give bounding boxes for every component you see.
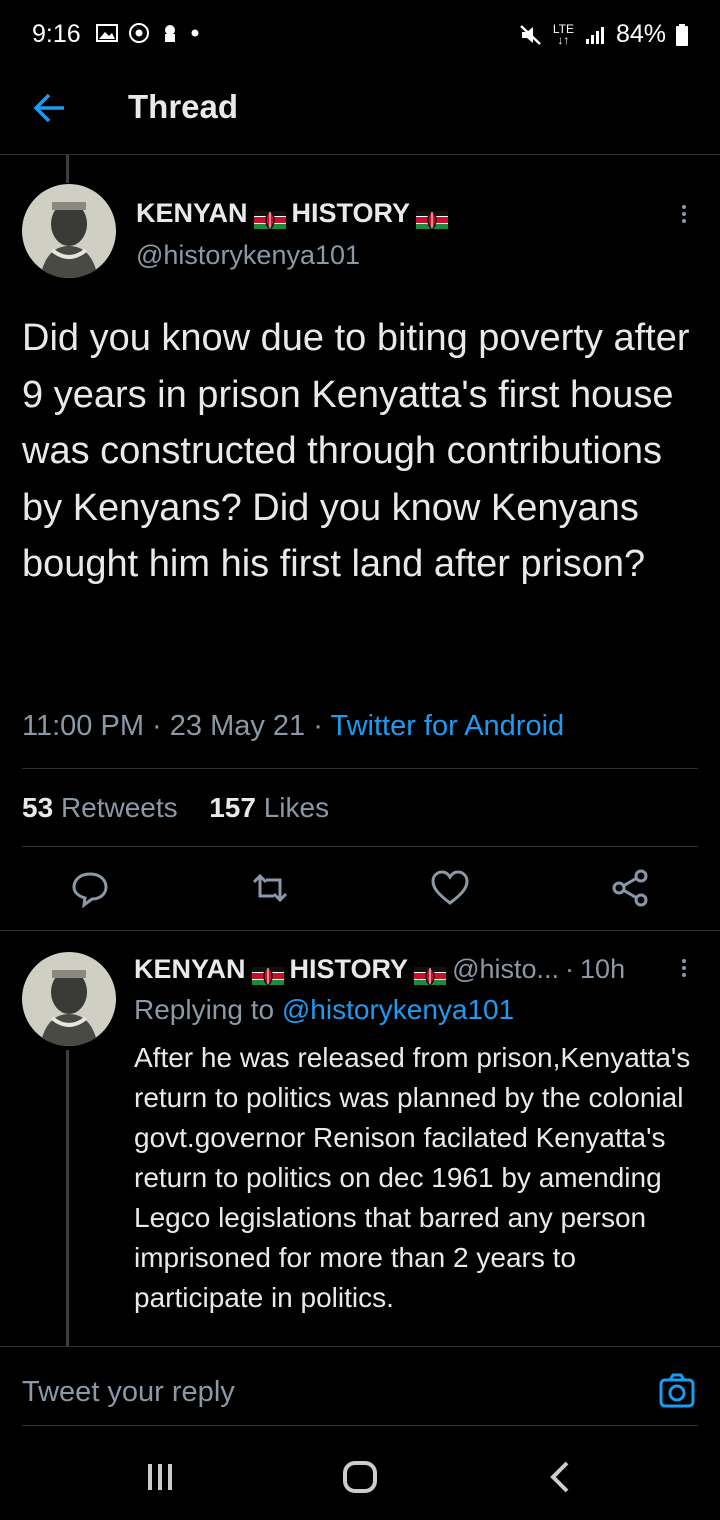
chrome-icon: [129, 23, 149, 43]
status-time: 9:16: [32, 20, 81, 48]
tweet-text: Did you know due to biting poverty after…: [22, 317, 690, 585]
thread-connector: [66, 155, 69, 183]
tweet-source[interactable]: Twitter for Android: [330, 710, 564, 742]
recent-apps-icon[interactable]: [144, 1462, 176, 1492]
network-type: LTE ↓↑: [552, 21, 574, 47]
divider: [0, 930, 720, 931]
page-title: Thread: [128, 88, 239, 125]
system-icons: LTE ↓↑ 84%: [519, 20, 688, 49]
kenya-flag-icon: [414, 961, 447, 985]
signal-icon: [585, 26, 604, 44]
back-arrow-icon[interactable]: [32, 90, 72, 126]
reply-input[interactable]: Tweet your reply: [22, 1376, 235, 1409]
avatar[interactable]: [22, 184, 116, 278]
mute-icon: [519, 24, 541, 45]
reply-age: 10h: [580, 954, 626, 984]
retweet-icon[interactable]: [250, 868, 290, 908]
like-heart-icon[interactable]: [430, 868, 470, 908]
notification-icons: [96, 22, 200, 44]
tweet-date: 23 May 21: [169, 710, 306, 742]
tweet-stats: 53 Retweets 157 Likes: [22, 792, 329, 824]
replying-to-handle[interactable]: @historykenya101: [282, 994, 514, 1025]
battery-level: 84%: [615, 20, 666, 48]
author-handle[interactable]: @historykenya101: [136, 240, 360, 271]
tweet-meta: 11:00 PM · 23 May 21 · Twitter for Andro…: [22, 710, 565, 742]
status-bar: 9:16 LTE ↓↑ 84%: [0, 0, 720, 72]
tweet-time: 11:00 PM: [22, 710, 144, 742]
reply-icon[interactable]: [70, 868, 110, 908]
author-name[interactable]: KENYAN HISTORY: [136, 198, 449, 229]
camera-icon[interactable]: [658, 1372, 696, 1410]
thread-connector: [66, 1050, 69, 1346]
divider: [22, 846, 698, 847]
divider: [22, 768, 698, 769]
reply-handle: @histo...: [452, 954, 560, 984]
gallery-icon: [96, 24, 118, 42]
portrait-image: [22, 952, 116, 1046]
reply-text: After he was released from prison,Kenyat…: [134, 1042, 691, 1313]
more-options-icon[interactable]: [682, 202, 688, 226]
notification-dot-icon: [191, 29, 199, 37]
reply-header[interactable]: KENYAN HISTORY @histo... · 10h: [134, 954, 625, 985]
home-icon[interactable]: [342, 1460, 378, 1494]
portrait-image: [22, 184, 116, 278]
app-header: [0, 72, 720, 155]
retweet-stat[interactable]: 53 Retweets: [22, 792, 178, 823]
more-options-icon[interactable]: [682, 956, 688, 980]
reply-text-clip: After he was released from prison,Kenyat…: [134, 1038, 704, 1346]
kenya-flag-icon: [251, 961, 284, 985]
avatar[interactable]: [22, 952, 116, 1046]
like-stat[interactable]: 157 Likes: [209, 792, 329, 823]
replying-to: Replying to @historykenya101: [134, 994, 515, 1025]
system-nav-bar: [0, 1426, 720, 1520]
battery-icon: [676, 23, 688, 46]
share-icon[interactable]: [610, 868, 650, 908]
back-nav-icon[interactable]: [548, 1460, 572, 1494]
android-debug-icon: [165, 25, 175, 42]
kenya-flag-icon: [416, 205, 449, 229]
kenya-flag-icon: [253, 205, 286, 229]
